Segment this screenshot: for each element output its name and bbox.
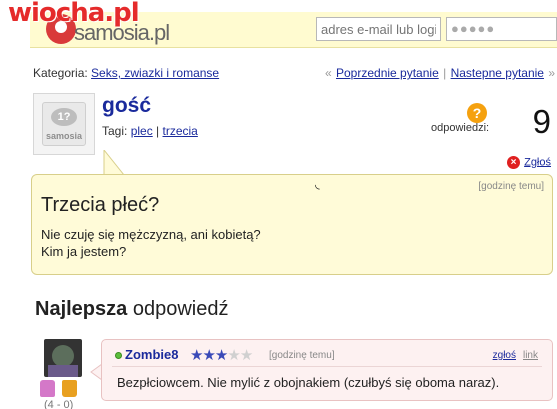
question-title: Trzecia płeć? xyxy=(41,194,160,216)
question-author: gość xyxy=(102,94,152,117)
login-password-field[interactable]: ●●●●● xyxy=(446,17,557,41)
avatar-caption: samosia xyxy=(46,131,83,141)
answerer-avatar[interactable] xyxy=(44,339,82,377)
answer-time: [godzinę temu] xyxy=(269,350,335,361)
question-body-line: Nie czuję się mężczyzną, ani kobietą? xyxy=(41,227,261,242)
prev-question-link[interactable]: Poprzednie pytanie xyxy=(336,66,439,80)
question-time: [godzinę temu] xyxy=(478,181,544,192)
report-question-button[interactable]: × Zgłoś xyxy=(507,156,551,169)
question-bubble-tail xyxy=(103,150,126,176)
answer-permalink[interactable]: link xyxy=(523,350,538,361)
question-body-line: Kim ja jestem? xyxy=(41,244,127,259)
question-icon: ? xyxy=(467,103,487,123)
answers-label: odpowiedzi: xyxy=(431,122,490,134)
report-answer-link[interactable]: zgłoś xyxy=(493,350,516,361)
tag-link[interactable]: trzecia xyxy=(163,124,198,138)
vote-score: (4 - 0) xyxy=(44,399,74,409)
category-label: Kategoria: xyxy=(33,66,92,80)
nav-separator: | xyxy=(443,66,447,80)
site-header: samosia.pl wiocha.pl ●●●●● xyxy=(0,0,557,58)
question-bubble: [godzinę temu] Trzecia płeć? ◟ Nie czuję… xyxy=(31,174,553,275)
watermark: wiocha.pl xyxy=(8,0,140,28)
star-empty-icon: ★ xyxy=(227,347,240,364)
next-arrow: » xyxy=(548,66,555,80)
category-row: Kategoria: Seks, zwiazki i romanse « Pop… xyxy=(33,66,557,80)
best-heading-rest: odpowiedź xyxy=(127,298,229,320)
thumbs-up-icon[interactable] xyxy=(40,380,55,397)
asker-avatar[interactable]: 1? samosia xyxy=(33,93,95,155)
answer-user-link[interactable]: Zombie8 xyxy=(125,347,178,362)
star-filled-icon: ★ xyxy=(202,347,215,364)
answers-count: ? odpowiedzi: 9 xyxy=(431,103,551,143)
online-dot-icon xyxy=(115,352,122,359)
answer-divider xyxy=(112,366,542,367)
star-filled-icon: ★ xyxy=(190,347,203,364)
tags-label: Tagi: xyxy=(102,124,131,138)
answers-number: 9 xyxy=(532,103,551,140)
best-answer-heading: Najlepsza odpowiedź xyxy=(35,298,228,321)
user-rating-stars: ★★★★★ xyxy=(190,346,253,364)
star-empty-icon: ★ xyxy=(239,347,253,364)
prev-arrow: « xyxy=(324,66,332,80)
avatar-bubble-icon: 1? xyxy=(51,108,77,126)
star-filled-icon: ★ xyxy=(214,347,228,364)
best-answer-bubble: Zombie8 ★★★★★ [godzinę temu] zgłoś link … xyxy=(101,339,553,401)
login-email-field[interactable] xyxy=(316,17,441,41)
tag-link[interactable]: plec xyxy=(131,124,153,138)
answer-text: Bezpłciowcem. Nie mylić z obojnakiem (cz… xyxy=(117,375,500,390)
mouse-cursor-icon: ◟ xyxy=(315,177,320,191)
next-question-link[interactable]: Nastepne pytanie xyxy=(451,66,544,80)
thumbs-down-icon[interactable] xyxy=(62,380,77,397)
close-circle-icon: × xyxy=(507,156,521,169)
avatar-placeholder: 1? samosia xyxy=(42,102,86,146)
question-tags: Tagi: plec | trzecia xyxy=(102,124,198,138)
question-nav: « Poprzednie pytanie | Nastepne pytanie … xyxy=(325,66,555,80)
category-link[interactable]: Seks, zwiazki i romanse xyxy=(91,66,219,80)
tag-separator: | xyxy=(156,124,160,138)
question-body: Nie czuję się mężczyzną, ani kobietą? Ki… xyxy=(41,226,441,260)
report-label: Zgłoś xyxy=(524,156,551,169)
logo-tld: .pl xyxy=(148,20,170,45)
best-heading-bold: Najlepsza xyxy=(35,298,128,320)
